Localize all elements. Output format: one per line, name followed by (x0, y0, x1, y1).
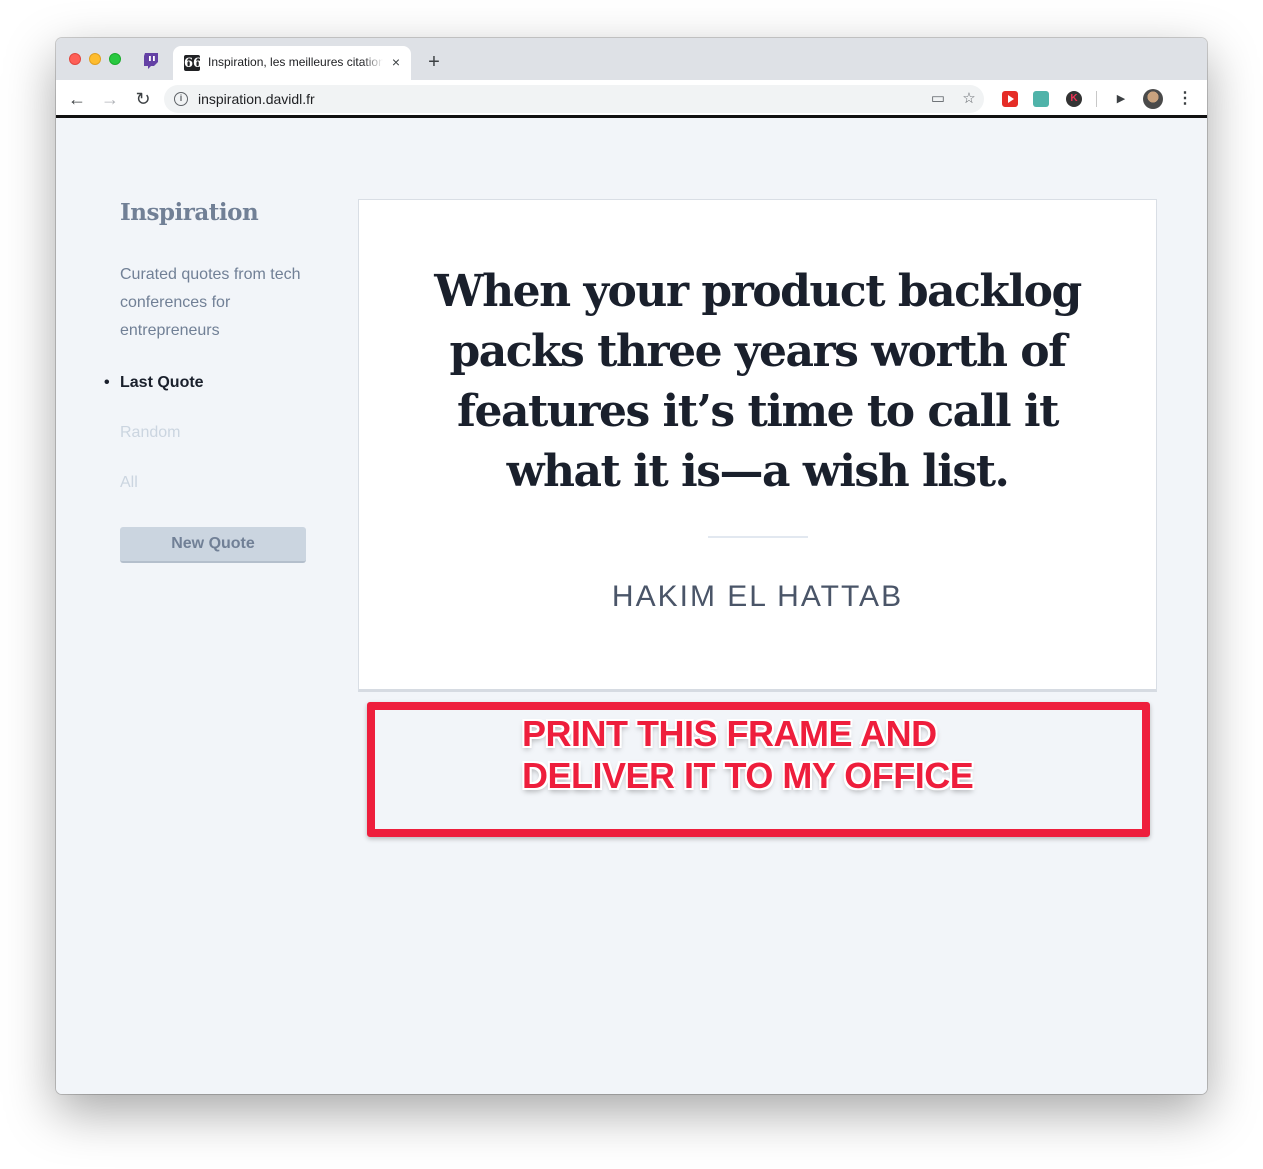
quote-text: When your product backlog packs three ye… (434, 266, 1082, 497)
profile-avatar[interactable] (1143, 89, 1163, 109)
new-quote-button[interactable]: New Quote (120, 527, 306, 563)
close-window-button[interactable] (69, 53, 81, 65)
back-arrow-icon[interactable]: ← (65, 87, 89, 111)
quote-favicon-icon: 66 (184, 55, 203, 71)
quote-divider (708, 536, 808, 538)
sidebar-item-random[interactable]: Random (120, 424, 204, 474)
extension-icon[interactable] (1033, 91, 1049, 107)
youtube-extension-icon[interactable] (1002, 91, 1018, 107)
tab-active[interactable]: 66 Inspiration, les meilleures citations… (173, 46, 411, 80)
maximize-window-button[interactable] (109, 53, 121, 65)
more-menu-icon[interactable]: ⋮ (1176, 88, 1194, 110)
address-bar[interactable]: i inspiration.davidl.fr ▭ ☆ (164, 85, 984, 113)
reload-icon[interactable]: ↻ (131, 87, 155, 111)
url-text[interactable]: inspiration.davidl.fr (198, 91, 315, 107)
annotation-text: PRINT THIS FRAME AND DELIVER IT TO MY OF… (522, 713, 1042, 797)
tab-title: Inspiration, les meilleures citations (208, 55, 383, 69)
tab-close-icon[interactable]: × (387, 53, 405, 71)
quote-author: HAKIM EL HATTAB (611, 580, 904, 613)
k-extension-icon[interactable]: K (1066, 91, 1082, 107)
sidebar-item-all[interactable]: All (120, 474, 204, 524)
cast-icon[interactable]: ▭ (928, 89, 948, 109)
tab-strip: 66 Inspiration, les meilleures citations… (56, 38, 1207, 80)
sidebar-item-last-quote[interactable]: Last Quote (104, 374, 203, 424)
site-tagline: Curated quotes from tech conferences for… (120, 266, 301, 339)
bookmark-star-icon[interactable]: ☆ (959, 89, 979, 109)
quote-card: When your product backlog packs three ye… (358, 199, 1157, 692)
annotation-line-1: PRINT THIS FRAME AND (522, 713, 937, 754)
info-icon[interactable]: i (174, 92, 188, 106)
site-brand[interactable]: Inspiration (120, 199, 259, 226)
forward-arrow-icon[interactable]: → (98, 87, 122, 111)
play-icon[interactable]: ▶ (1114, 92, 1128, 106)
browser-window: 66 Inspiration, les meilleures citations… (56, 38, 1207, 1094)
minimize-window-button[interactable] (89, 53, 101, 65)
toolbar-divider (1096, 91, 1097, 107)
annotation-line-2: DELIVER IT TO MY OFFICE (522, 755, 974, 796)
new-tab-button[interactable]: + (422, 50, 446, 74)
page-content: Inspiration Curated quotes from tech con… (56, 121, 1207, 1094)
sidebar-nav: Last QuoteRandomAll (104, 374, 204, 524)
twitch-icon[interactable] (142, 52, 160, 70)
browser-toolbar: ← → ↻ i inspiration.davidl.fr ▭ ☆ K ▶ ⋮ (56, 80, 1207, 118)
